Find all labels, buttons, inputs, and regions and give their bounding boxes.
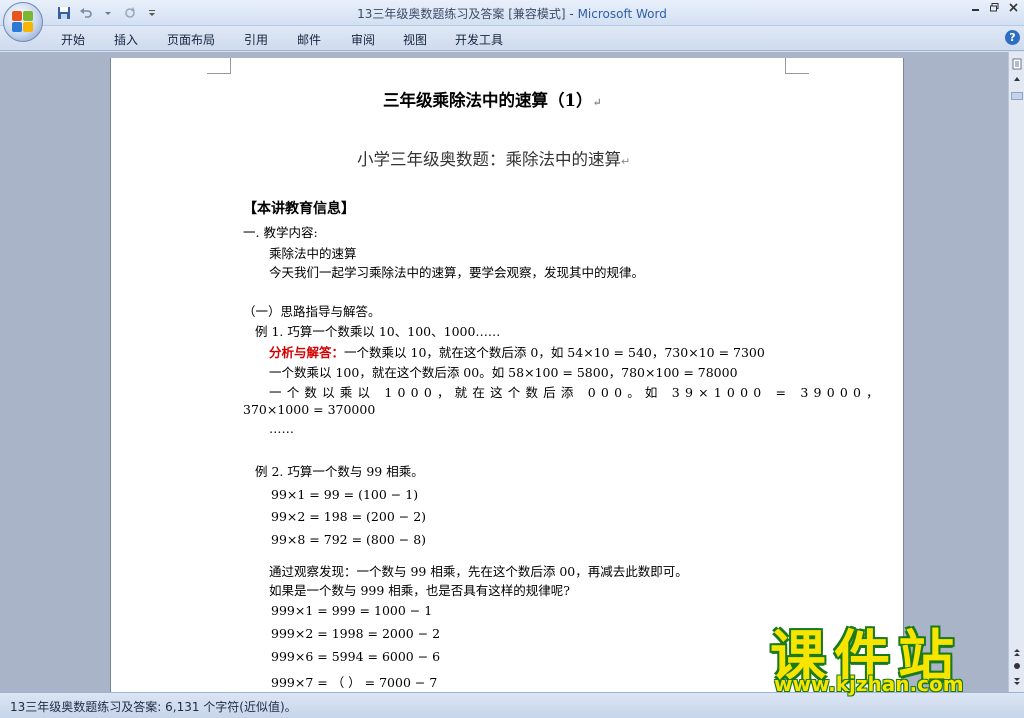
app-name: Microsoft Word — [577, 7, 667, 21]
previous-page-icon[interactable] — [1011, 648, 1023, 660]
tab-review[interactable]: 审阅 — [351, 31, 375, 48]
text-line: 今天我们一起学习乘除法中的速算，要学会观察，发现其中的规律。 — [269, 265, 645, 280]
text-line: 一个数乘以 100，就在这个数后添 00。如 58×100 = 5800，780… — [269, 365, 738, 380]
equation-line: 999×1 = 999 = 1000 − 1 — [271, 603, 433, 618]
text-line: 一. 教学内容: — [243, 225, 318, 240]
equation-line: 999×7 = （ ） = 7000 − 7 — [271, 675, 438, 690]
text-line: 通过观察发现：一个数与 99 相乘，先在这个数后添 00，再减去此数即可。 — [269, 564, 688, 579]
ruler-toggle-icon[interactable] — [1011, 58, 1023, 70]
equation-line: 99×8 = 792 = (800 − 8) — [271, 532, 427, 547]
window-controls — [971, 2, 1018, 15]
office-logo-icon — [12, 11, 34, 33]
section-header: 【本讲教育信息】 — [243, 201, 355, 217]
office-button[interactable] — [3, 2, 43, 42]
watermark-logo: 课件站 www.kjzhan.com — [770, 612, 1010, 698]
compatibility-mode: [兼容模式] — [508, 7, 566, 21]
document-page[interactable]: 三年级乘除法中的速算（1）↵ 小学三年级奥数题：乘除法中的速算↵ 【本讲教育信息… — [110, 58, 904, 692]
window-title: 13三年级奥数题练习及答案 [兼容模式] - Microsoft Word — [0, 5, 1024, 22]
vertical-scrollbar[interactable] — [1008, 52, 1024, 692]
ribbon-tabs: 开始 插入 页面布局 引用 邮件 审阅 视图 开发工具 ? — [0, 26, 1024, 51]
title-separator: - — [565, 7, 578, 21]
tab-home[interactable]: 开始 — [61, 31, 85, 48]
text-line: 一个数以乘以 1000，就在这个数后添 000。如 39×1000 = 3900… — [269, 385, 884, 400]
watermark-url: www.kjzhan.com — [774, 672, 964, 696]
select-browse-object-icon[interactable] — [1011, 662, 1023, 674]
document-workspace: 三年级乘除法中的速算（1）↵ 小学三年级奥数题：乘除法中的速算↵ 【本讲教育信息… — [0, 52, 1008, 692]
scroll-thumb[interactable] — [1011, 92, 1023, 100]
text-line: 370×1000 = 370000 — [243, 402, 376, 417]
equation-line: 999×6 = 5994 = 6000 − 6 — [271, 649, 441, 664]
minimize-icon[interactable] — [971, 2, 980, 15]
text-line: …… — [269, 421, 294, 436]
tab-page-layout[interactable]: 页面布局 — [167, 31, 215, 48]
next-page-icon[interactable] — [1011, 676, 1023, 688]
tab-view[interactable]: 视图 — [403, 31, 427, 48]
text-line: 例 2. 巧算一个数与 99 相乘。 — [255, 464, 424, 479]
document-subtitle: 小学三年级奥数题：乘除法中的速算↵ — [357, 150, 631, 169]
document-title: 三年级乘除法中的速算（1）↵ — [383, 91, 602, 110]
equation-line: 99×2 = 198 = (200 − 2) — [271, 509, 427, 524]
tab-insert[interactable]: 插入 — [114, 31, 138, 48]
tab-developer[interactable]: 开发工具 — [455, 31, 503, 48]
tab-mailings[interactable]: 邮件 — [297, 31, 321, 48]
analysis-line: 分析与解答：一个数乘以 10，就在这个数后添 0，如 54×10 = 540，7… — [269, 345, 765, 360]
tab-references[interactable]: 引用 — [244, 31, 268, 48]
text-line: （一）思路指导与解答。 — [243, 304, 381, 319]
scroll-up-icon[interactable] — [1011, 74, 1023, 86]
margin-mark-top-left — [207, 58, 231, 74]
text-line: 如果是一个数与 999 相乘，也是否具有这样的规律呢? — [269, 583, 571, 598]
analysis-label: 分析与解答： — [269, 345, 345, 360]
restore-icon[interactable] — [990, 2, 999, 15]
text-line: 例 1. 巧算一个数乘以 10、100、1000…… — [255, 324, 501, 339]
document-name: 13三年级奥数题练习及答案 — [357, 7, 505, 21]
status-text: 13三年级奥数题练习及答案: 6,131 个字符(近似值)。 — [10, 700, 297, 714]
help-icon[interactable]: ? — [1005, 30, 1020, 45]
title-bar: 13三年级奥数题练习及答案 [兼容模式] - Microsoft Word — [0, 0, 1024, 26]
close-icon[interactable] — [1009, 2, 1018, 15]
equation-line: 999×2 = 1998 = 2000 − 2 — [271, 626, 441, 641]
text-line: 乘除法中的速算 — [269, 246, 357, 261]
equation-line: 99×1 = 99 = (100 − 1) — [271, 487, 419, 502]
margin-mark-top-right — [785, 58, 809, 74]
